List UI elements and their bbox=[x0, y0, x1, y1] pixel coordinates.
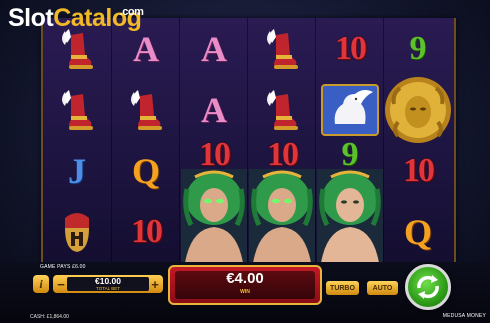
winged-sandal-icon bbox=[248, 18, 316, 79]
spin-button[interactable] bbox=[405, 264, 451, 310]
symbol-a: A bbox=[201, 89, 227, 130]
win-panel: €4.00 WIN bbox=[168, 265, 322, 305]
reel-3: A A 10 bbox=[179, 18, 248, 264]
win-label: WIN bbox=[240, 289, 250, 295]
symbol-10: 10 bbox=[267, 136, 299, 173]
cash-value: £1,864.00 bbox=[46, 314, 69, 320]
symbol-10: 10 bbox=[403, 151, 435, 189]
bet-increase-button[interactable]: + bbox=[149, 275, 161, 293]
symbol-q: Q bbox=[131, 150, 160, 191]
symbol-10: 10 bbox=[335, 29, 367, 67]
total-bet-value: €10.00 bbox=[95, 276, 121, 286]
refresh-arrows-icon bbox=[417, 275, 439, 299]
reel-1: J bbox=[43, 18, 111, 264]
symbol-j: J bbox=[68, 150, 86, 191]
medusa-icon bbox=[248, 168, 316, 264]
cash-display: CASH: £1,864.00 bbox=[30, 314, 69, 320]
reel-2: A Q 10 bbox=[111, 18, 180, 264]
winged-sandal-icon bbox=[112, 79, 180, 140]
info-icon: i bbox=[39, 276, 43, 291]
reel-4: 10 bbox=[247, 18, 316, 264]
watermark-logo: SlotCatalog .com bbox=[8, 4, 144, 32]
reels-area: J A Q 10 A A 10 10 10 9 9 10 Q bbox=[41, 18, 456, 264]
game-title: MEDUSA MONEY bbox=[442, 313, 486, 319]
game-pays-text: GAME PAYS £6.00 bbox=[40, 264, 86, 270]
reel-6: 9 10 Q bbox=[383, 18, 455, 264]
win-amount: €4.00 bbox=[226, 270, 264, 287]
total-bet-label: TOTAL BET bbox=[96, 286, 120, 291]
pegasus-icon bbox=[316, 79, 384, 140]
total-bet-display: €10.00 TOTAL BET bbox=[67, 277, 149, 291]
winged-sandal-icon bbox=[43, 79, 111, 140]
cash-label: CASH: bbox=[30, 314, 46, 320]
symbol-10: 10 bbox=[199, 136, 231, 173]
info-button[interactable]: i bbox=[33, 275, 49, 293]
symbol-q: Q bbox=[403, 211, 432, 252]
symbol-9: 9 bbox=[341, 136, 359, 173]
medusa-icon bbox=[316, 168, 384, 264]
bet-decrease-button[interactable]: − bbox=[55, 275, 67, 293]
symbol-a: A bbox=[201, 28, 227, 69]
auto-button[interactable]: AUTO bbox=[367, 281, 398, 295]
reel-5: 10 9 bbox=[315, 18, 384, 264]
medusa-icon bbox=[180, 168, 248, 264]
bet-selector: − €10.00 TOTAL BET + bbox=[53, 275, 163, 293]
spartan-helmet-icon bbox=[43, 201, 111, 262]
turbo-button[interactable]: TURBO bbox=[326, 281, 359, 295]
winged-sandal-icon bbox=[248, 79, 316, 140]
medusa-coin-icon bbox=[384, 70, 452, 150]
symbol-10: 10 bbox=[131, 212, 163, 250]
